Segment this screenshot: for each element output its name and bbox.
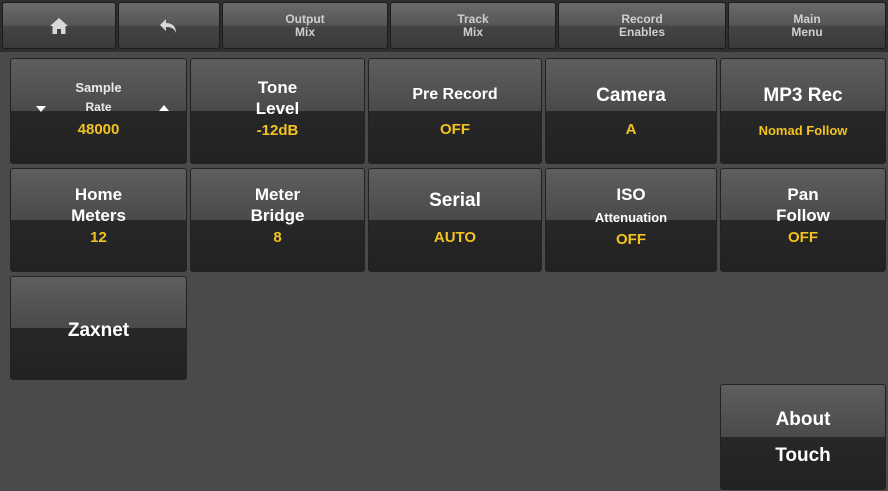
tone-level-label-1: Tone [257,78,298,97]
camera-label: Camera [596,85,666,106]
main-menu-label-2: Menu [791,24,823,39]
pan-follow-tile[interactable]: Pan Follow OFF [720,168,886,272]
home-icon [50,17,68,34]
pre-record-label: Pre Record [412,86,498,103]
home-meters-tile[interactable]: Home Meters 12 [10,168,187,272]
home-button[interactable] [2,2,116,49]
zaxnet-tile[interactable]: Zaxnet [10,276,187,380]
sample-rate-value: 48000 [77,121,120,138]
touch-label: Touch [775,445,831,466]
attenuation-label: Attenuation [594,210,668,225]
screen: Output Mix Track Mix Record Enables Main… [0,0,888,491]
back-arrow-icon [160,18,176,33]
home-meters-value: 12 [90,229,107,246]
iso-attenuation-tile[interactable]: ISO Attenuation OFF [545,168,717,272]
meter-bridge-tile[interactable]: Meter Bridge 8 [190,168,365,272]
serial-label: Serial [429,190,481,211]
home-meters-label-2: Meters [71,206,126,225]
camera-value: A [625,121,637,138]
pre-record-value: OFF [440,121,470,138]
increase-arrow-icon[interactable] [159,105,169,111]
serial-value: AUTO [433,229,477,246]
pre-record-tile[interactable]: Pre Record OFF [368,58,542,164]
mp3-rec-label: MP3 Rec [763,85,843,106]
camera-tile[interactable]: Camera A [545,58,717,164]
track-mix-label-1: Track [457,11,489,26]
sample-rate-tile[interactable]: Sample Rate 48000 [10,58,187,164]
output-mix-button[interactable]: Output Mix [222,2,388,49]
about-touch-tile[interactable]: About Touch [720,384,886,490]
record-enables-label-2: Enables [618,24,666,39]
tone-level-value: -12dB [256,122,299,139]
track-mix-button[interactable]: Track Mix [390,2,556,49]
iso-attenuation-value: OFF [616,231,646,248]
tone-level-label-2: Level [255,99,300,118]
iso-label: ISO [616,185,646,204]
serial-tile[interactable]: Serial AUTO [368,168,542,272]
sample-rate-label-1: Sample [75,80,122,95]
top-bar: Output Mix Track Mix Record Enables Main… [0,0,888,52]
mp3-rec-tile[interactable]: MP3 Rec Nomad Follow [720,58,886,164]
pan-follow-value: OFF [788,229,818,246]
record-enables-label-1: Record [621,11,663,26]
pan-follow-label-1: Pan [787,185,819,204]
back-button[interactable] [118,2,220,49]
output-mix-label-2: Mix [294,24,315,39]
record-enables-button[interactable]: Record Enables [558,2,726,49]
zaxnet-label: Zaxnet [67,320,130,341]
meter-bridge-label-2: Bridge [250,206,305,225]
home-meters-label-1: Home [74,185,123,204]
pan-follow-label-2: Follow [776,206,830,225]
track-mix-label-2: Mix [462,24,483,39]
main-menu-label-1: Main [793,11,821,26]
output-mix-label-1: Output [285,11,325,26]
about-label: About [775,409,831,430]
main-menu-button[interactable]: Main Menu [728,2,886,49]
meter-bridge-label-1: Meter [254,185,301,204]
tone-level-tile[interactable]: Tone Level -12dB [190,58,365,164]
mp3-rec-value: Nomad Follow [758,123,848,138]
meter-bridge-value: 8 [273,229,282,246]
